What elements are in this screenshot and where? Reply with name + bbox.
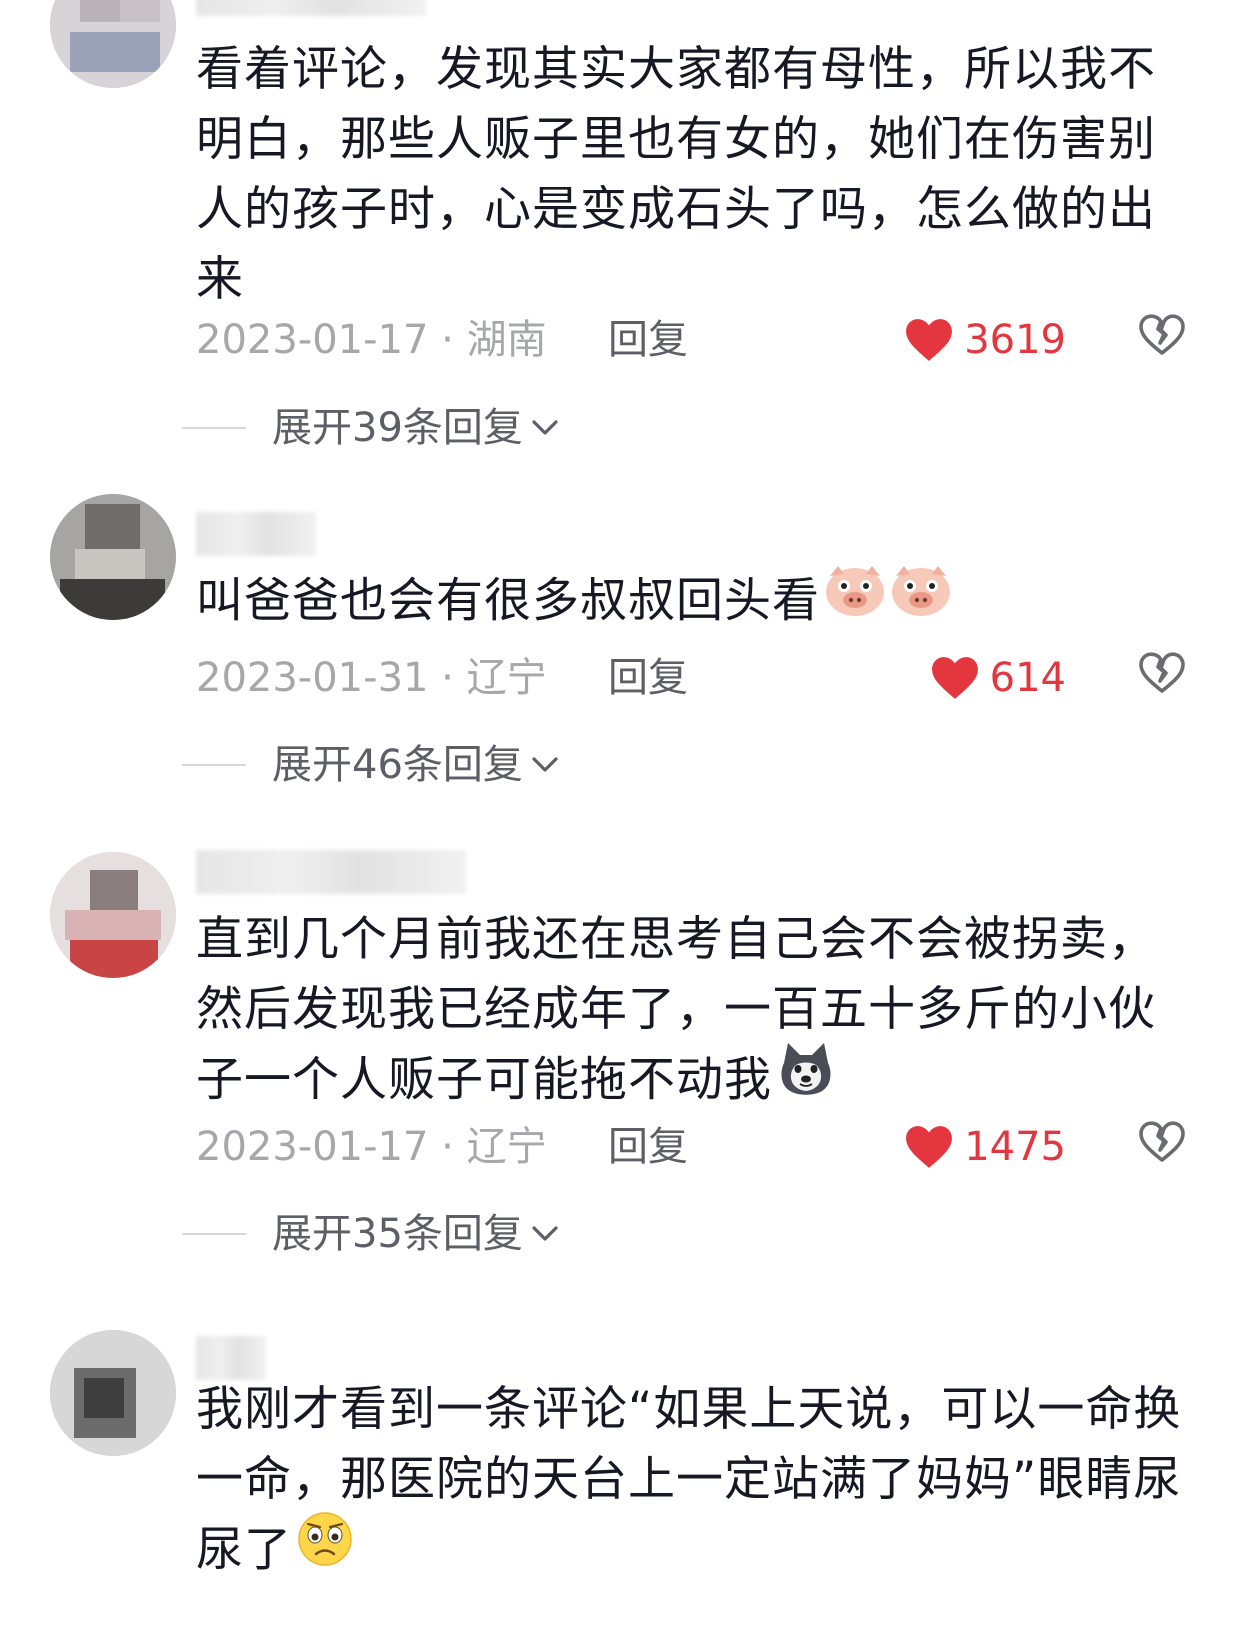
divider	[182, 427, 246, 429]
divider	[182, 1233, 246, 1235]
heart-icon	[906, 319, 953, 361]
chevron-down-icon	[532, 757, 558, 772]
heart-icon	[906, 1126, 953, 1168]
comment-date-location: 2023-01-17 · 湖南	[196, 317, 547, 363]
like-count: 1475	[964, 1124, 1066, 1170]
username[interactable]	[196, 850, 466, 894]
like-button[interactable]: 614	[930, 648, 1066, 708]
comment-meta: 2023-01-17 · 辽宁 回复 1475	[196, 1117, 1186, 1177]
expand-replies-button[interactable]: 展开46条回复	[182, 738, 559, 792]
username[interactable]	[196, 1336, 266, 1380]
avatar[interactable]	[50, 852, 176, 978]
comment-text-content: 直到几个月前我还在思考自己会不会被拐卖，然后发现我已经成年了，一百五十多斤的小伙…	[196, 912, 1156, 1108]
comment-text: 直到几个月前我还在思考自己会不会被拐卖，然后发现我已经成年了，一百五十多斤的小伙…	[196, 905, 1196, 1121]
comment-meta: 2023-01-17 · 湖南 回复 3619	[196, 310, 1186, 370]
chevron-down-icon	[532, 420, 558, 435]
avatar[interactable]	[50, 0, 176, 88]
comment-text: 我刚才看到一条评论“如果上天说，可以一命换一命，那医院的天台上一定站满了妈妈”眼…	[196, 1375, 1196, 1591]
heart-icon	[931, 657, 978, 699]
comment-text-content: 叫爸爸也会有很多叔叔回头看	[196, 573, 820, 629]
username[interactable]	[196, 0, 426, 16]
pig-face-emoji	[890, 562, 952, 638]
comment-date-location: 2023-01-31 · 辽宁	[196, 655, 547, 701]
dislike-button[interactable]	[1138, 650, 1186, 713]
comment-text: 叫爸爸也会有很多叔叔回头看	[196, 566, 1196, 642]
reply-button[interactable]: 回复	[608, 310, 688, 370]
avatar[interactable]	[50, 1330, 176, 1456]
expand-replies-label: 展开35条回复	[272, 1211, 523, 1257]
dislike-button[interactable]	[1138, 312, 1186, 375]
expand-replies-label: 展开46条回复	[272, 742, 523, 788]
dislike-button[interactable]	[1138, 1119, 1186, 1182]
husky-dog-emoji	[776, 1041, 836, 1117]
comment-text: 看着评论，发现其实大家都有母性，所以我不明白，那些人贩子里也有女的，她们在伤害别…	[196, 42, 1156, 307]
worried-face-emoji	[296, 1511, 354, 1587]
broken-heart-icon	[1139, 1121, 1185, 1162]
comment-meta: 2023-01-31 · 辽宁 回复 614	[196, 648, 1186, 708]
reply-button[interactable]: 回复	[608, 1117, 688, 1177]
expand-replies-button[interactable]: 展开39条回复	[182, 401, 559, 455]
username[interactable]	[196, 512, 316, 556]
avatar[interactable]	[50, 494, 176, 620]
expand-replies-label: 展开39条回复	[272, 405, 523, 451]
broken-heart-icon	[1139, 652, 1185, 693]
like-button[interactable]: 1475	[904, 1117, 1066, 1177]
divider	[182, 764, 246, 766]
comment-date-location: 2023-01-17 · 辽宁	[196, 1124, 547, 1170]
chevron-down-icon	[532, 1226, 558, 1241]
expand-replies-button[interactable]: 展开35条回复	[182, 1207, 559, 1261]
pig-face-emoji	[824, 562, 886, 638]
like-count: 614	[989, 655, 1066, 701]
like-count: 3619	[964, 317, 1066, 363]
like-button[interactable]: 3619	[904, 310, 1066, 370]
reply-button[interactable]: 回复	[608, 648, 688, 708]
broken-heart-icon	[1139, 314, 1185, 355]
